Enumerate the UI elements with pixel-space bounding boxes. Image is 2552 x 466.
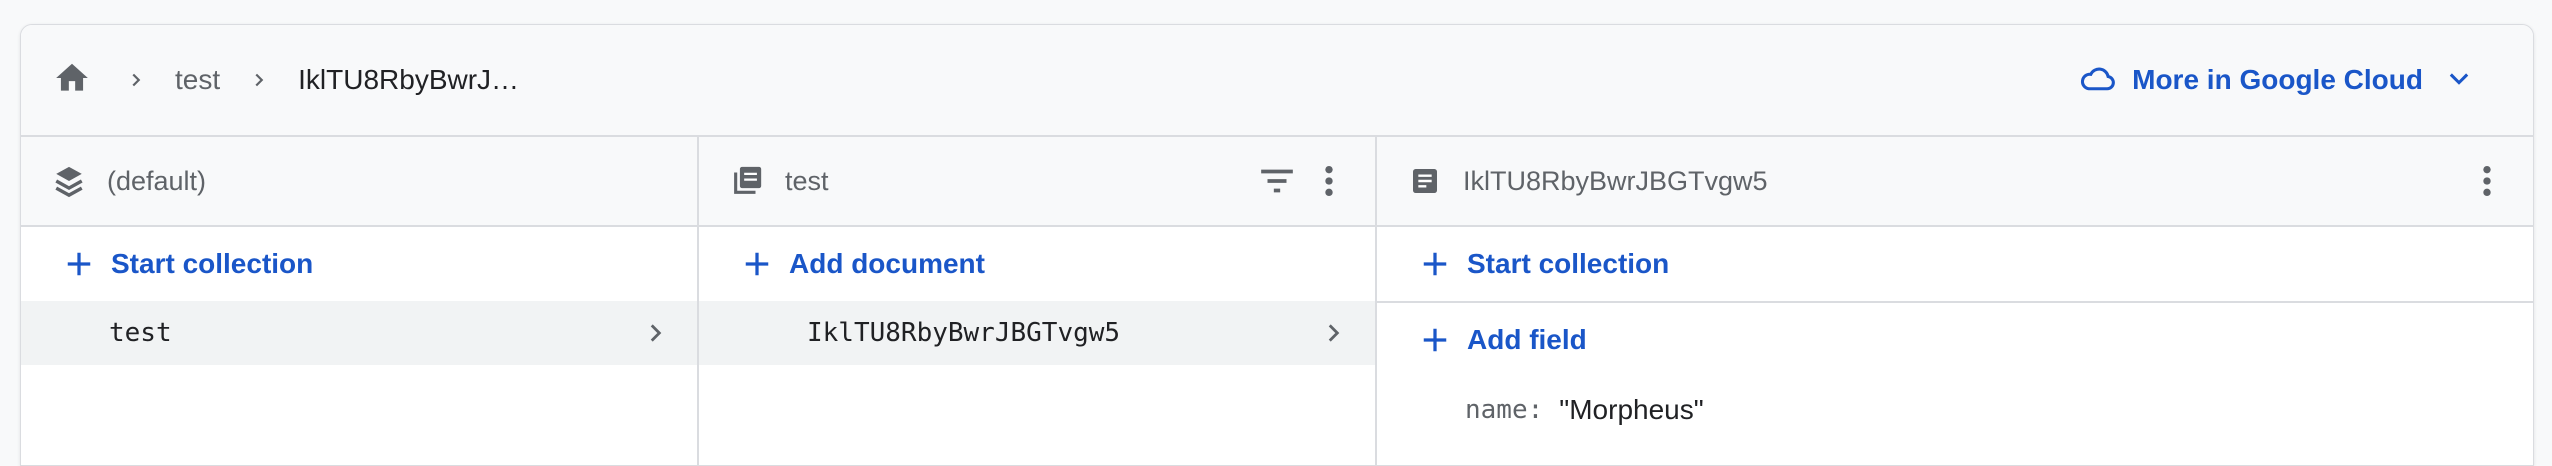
cloud-icon [2078,62,2118,99]
more-vert-icon[interactable] [1307,159,1351,203]
field-value: "Morpheus" [1559,394,1704,425]
chevron-right-icon [1315,315,1351,351]
add-document-label: Add document [789,248,985,279]
more-in-google-cloud-label: More in Google Cloud [2132,64,2423,95]
add-document-button[interactable]: Add document [699,227,1375,301]
more-in-google-cloud-button[interactable]: More in Google Cloud [2078,25,2473,135]
collection-panel: test Add document IklTU8RbyBwrJBGTvgw5 [699,137,1377,465]
start-subcollection-button[interactable]: Start collection [1377,227,2533,303]
chevron-right-icon [244,65,274,95]
document-panel: IklTU8RbyBwrJBGTvgw5 Start collection Ad… [1377,137,2533,465]
start-collection-label: Start collection [1467,248,1670,279]
add-field-button[interactable]: Add field [1377,303,2533,377]
chevron-right-icon [121,65,151,95]
collection-panel-header: test [699,137,1375,227]
document-id: IklTU8RbyBwrJBGTvgw5 [807,318,1121,348]
home-icon[interactable] [51,57,93,99]
start-collection-label: Start collection [111,248,314,279]
collection-header-actions [1255,137,1351,225]
collection-title: test [785,165,829,196]
database-panel: (default) Start collection test [21,137,699,465]
chevron-right-icon [637,315,673,351]
plus-icon [1415,320,1455,360]
breadcrumb-item-document[interactable]: IklTU8RbyBwrJ… [298,64,519,96]
document-panel-header: IklTU8RbyBwrJBGTvgw5 [1377,137,2533,227]
database-panel-header: (default) [21,137,697,227]
stack-icon [51,163,87,199]
filter-icon[interactable] [1255,159,1299,203]
document-icon [1407,163,1443,199]
document-title: IklTU8RbyBwrJBGTvgw5 [1463,165,1768,196]
chevron-down-icon[interactable] [2445,64,2473,97]
document-header-actions [2465,137,2509,225]
breadcrumb-item-collection[interactable]: test [175,64,220,96]
plus-icon [1415,244,1455,284]
document-list-item[interactable]: IklTU8RbyBwrJBGTvgw5 [699,301,1375,365]
start-collection-button[interactable]: Start collection [21,227,697,301]
add-field-label: Add field [1467,324,1587,355]
firestore-data-viewer: test IklTU8RbyBwrJ… More in Google Cloud [20,24,2534,466]
collection-icon [729,163,765,199]
collection-list-item[interactable]: test [21,301,697,365]
breadcrumb-bar: test IklTU8RbyBwrJ… More in Google Cloud [21,25,2533,137]
field-separator: : [1527,395,1544,425]
plus-icon [59,244,99,284]
more-vert-icon[interactable] [2465,159,2509,203]
field-key: name [1465,395,1528,425]
collection-id: test [109,318,172,348]
breadcrumb: test IklTU8RbyBwrJ… [121,25,519,135]
plus-icon [737,244,777,284]
document-field[interactable]: name : "Morpheus" [1377,377,2533,443]
database-title: (default) [107,165,207,196]
